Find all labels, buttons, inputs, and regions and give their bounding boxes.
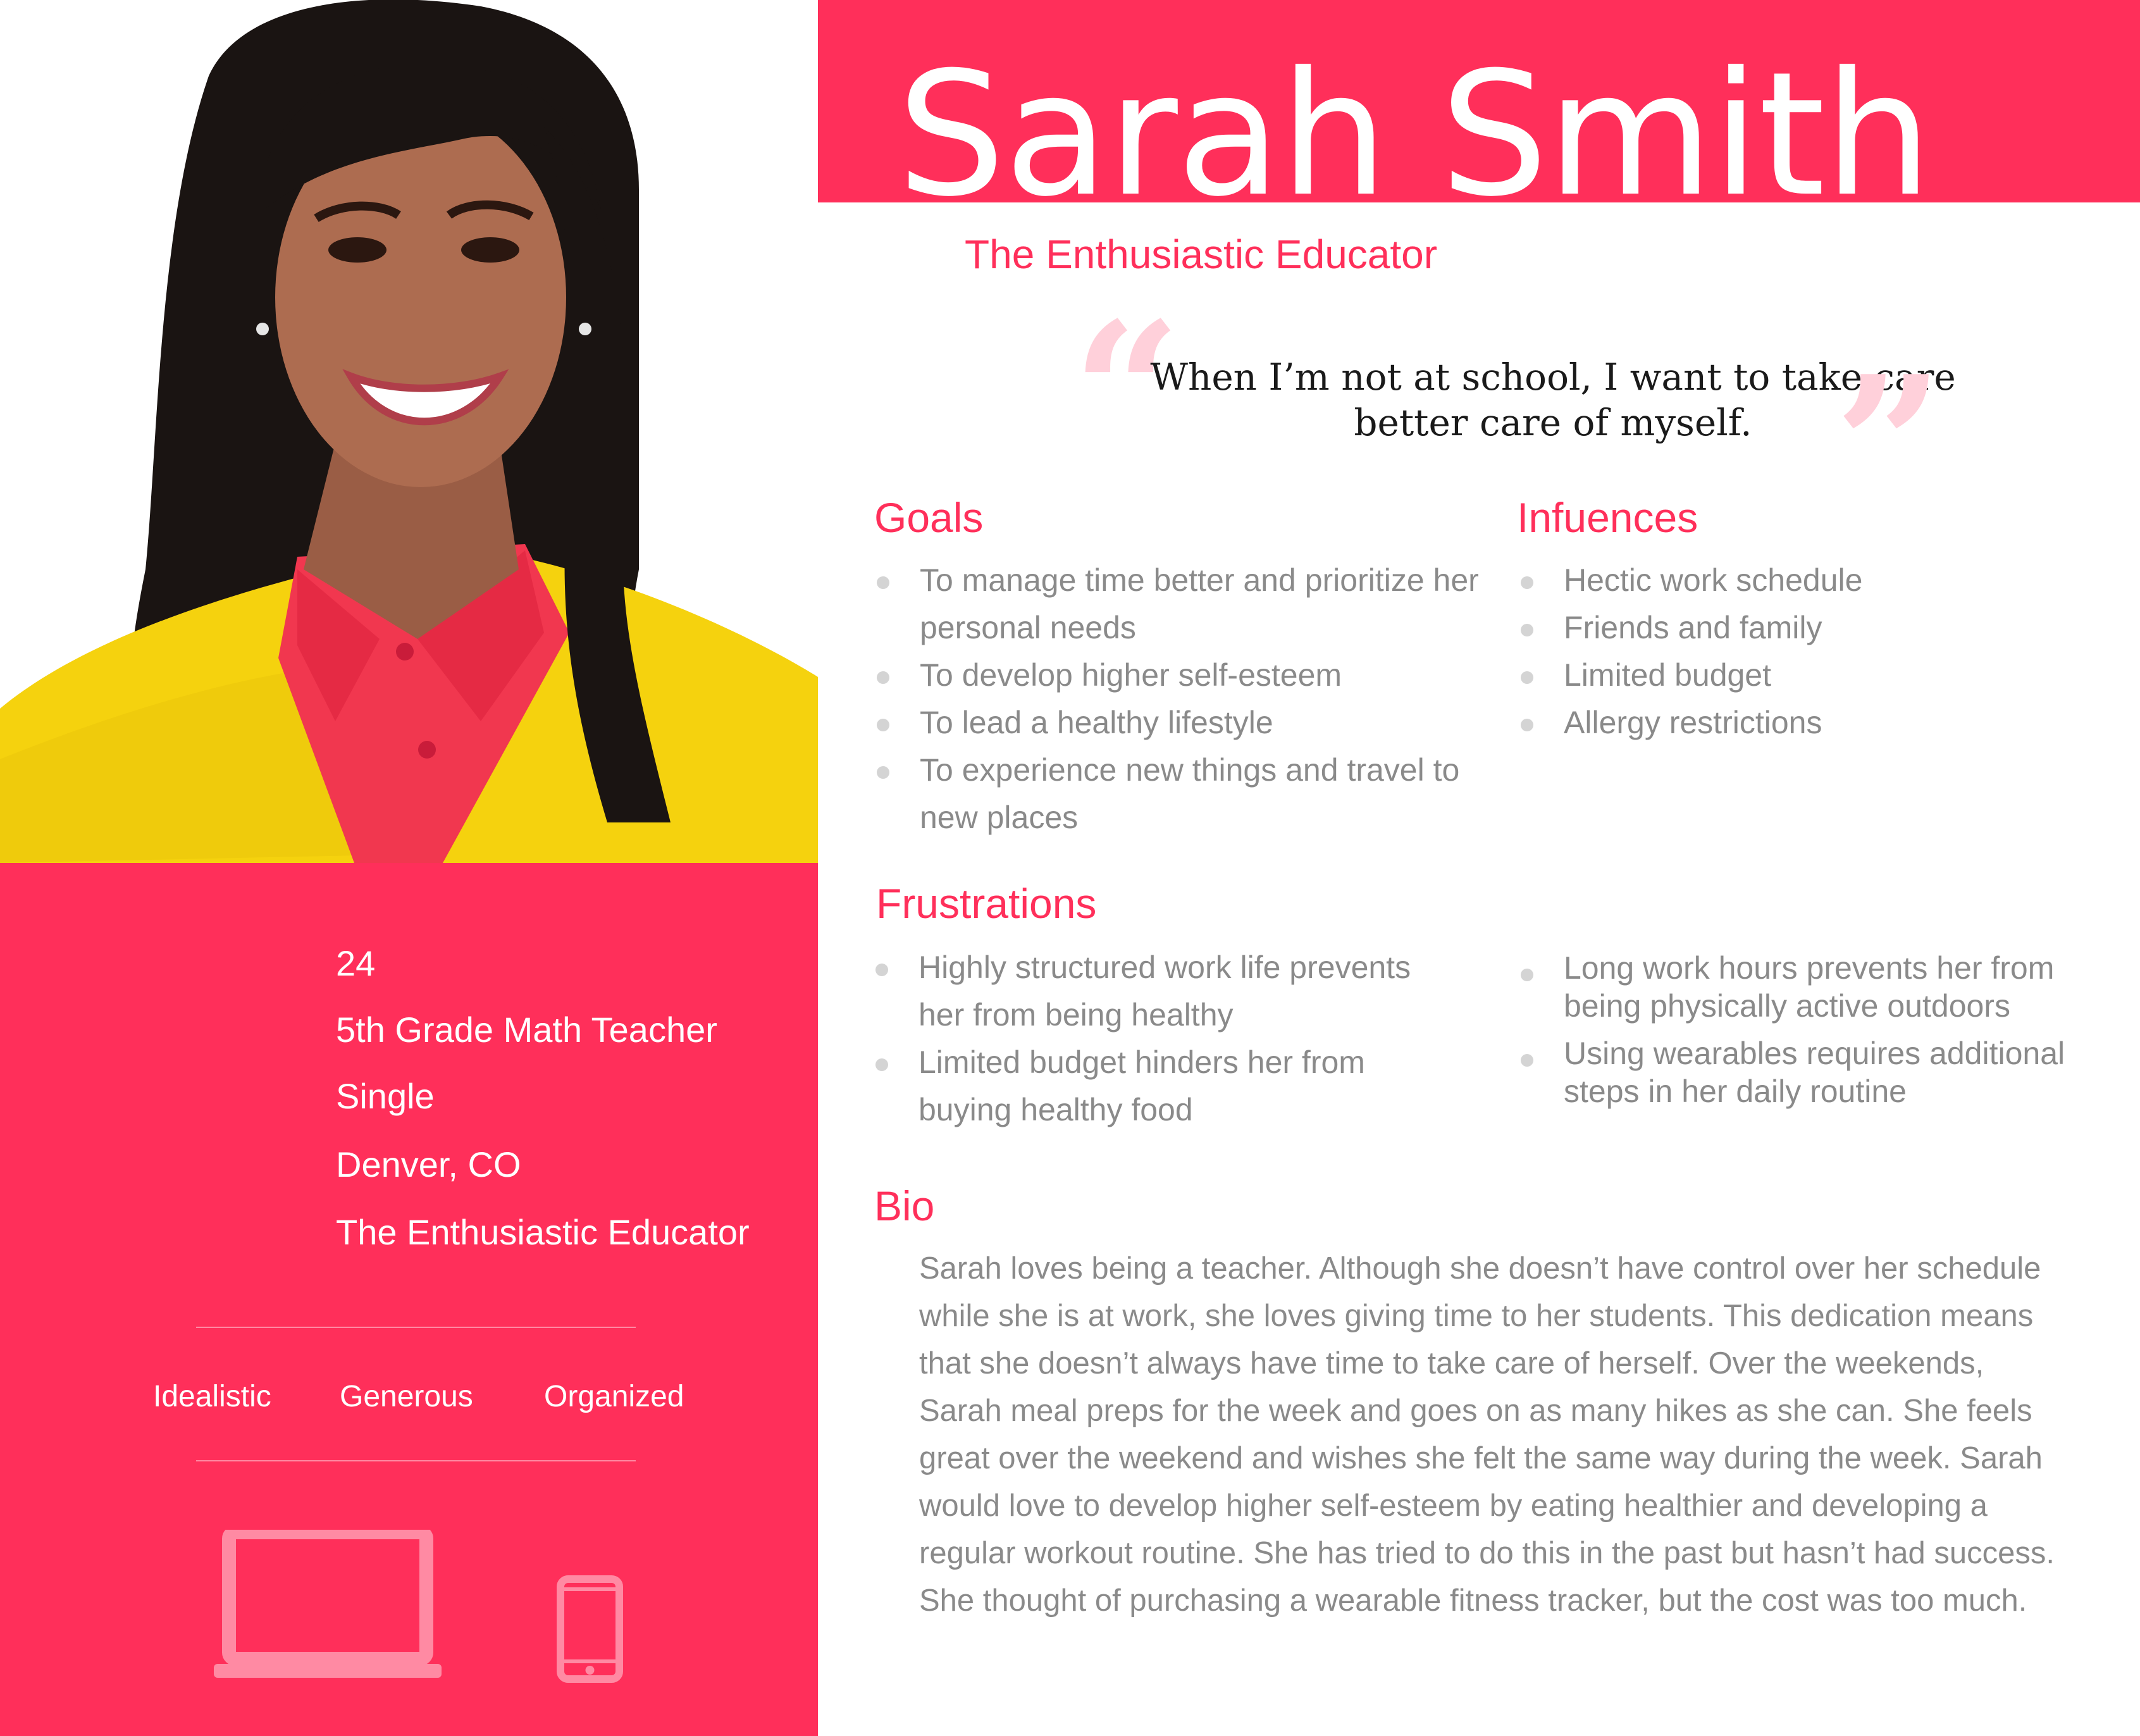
- list-item: Highly structured work life prevents her…: [873, 944, 1442, 1039]
- laptop-icon: [214, 1525, 442, 1682]
- frustrations-heading: Frustrations: [876, 880, 1097, 927]
- list-item: To develop higher self-esteem: [874, 652, 1481, 699]
- persona-name: Sarah Smith: [897, 35, 1933, 234]
- smartphone-icon: [557, 1575, 623, 1683]
- goals-heading: Goals: [874, 494, 984, 541]
- list-item: To manage time better and prioritize her…: [874, 557, 1481, 652]
- divider: [196, 1460, 636, 1461]
- trait-generous: Generous: [340, 1380, 473, 1413]
- frustrations-list-right: Long work hours prevents her from being …: [1518, 949, 2087, 1120]
- persona-photo: [0, 0, 818, 863]
- influences-list: Hectic work schedule Friends and family …: [1518, 557, 2087, 747]
- trait-organized: Organized: [544, 1380, 684, 1413]
- divider: [196, 1327, 636, 1328]
- list-item: Using wearables requires additional step…: [1518, 1034, 2087, 1120]
- trait-idealistic: Idealistic: [153, 1380, 271, 1413]
- list-item: To experience new things and travel to n…: [874, 747, 1481, 841]
- influences-heading: Infuences: [1517, 494, 1698, 541]
- bio-heading: Bio: [874, 1182, 935, 1229]
- age-value: 24: [336, 943, 376, 983]
- persona-archetype-title: The Enthusiastic Educator: [965, 232, 1438, 277]
- list-item: To lead a healthy lifestyle: [874, 699, 1481, 747]
- status-value: Single: [336, 1076, 435, 1116]
- close-quote-icon: ”: [1834, 334, 1944, 557]
- location-label: Location: [1468, 1144, 1602, 1184]
- occupation-value: 5th Grade Math Teacher: [336, 1010, 717, 1050]
- archetype-value: The Enthusiastic Educator: [336, 1212, 750, 1252]
- goals-list: To manage time better and prioritize her…: [874, 557, 1481, 841]
- list-item: Limited budget: [1518, 652, 2087, 699]
- bio-text: Sarah loves being a teacher. Although sh…: [919, 1251, 2055, 1618]
- list-item: Limited budget hinders her from buying h…: [873, 1039, 1442, 1134]
- list-item: Long work hours prevents her from being …: [1518, 949, 2087, 1034]
- list-item: Allergy restrictions: [1518, 699, 2087, 747]
- list-item: Friends and family: [1518, 604, 2087, 652]
- list-item: Hectic work schedule: [1518, 557, 2087, 604]
- frustrations-list-left: Highly structured work life prevents her…: [873, 944, 1442, 1134]
- location-value: Denver, CO: [336, 1144, 521, 1184]
